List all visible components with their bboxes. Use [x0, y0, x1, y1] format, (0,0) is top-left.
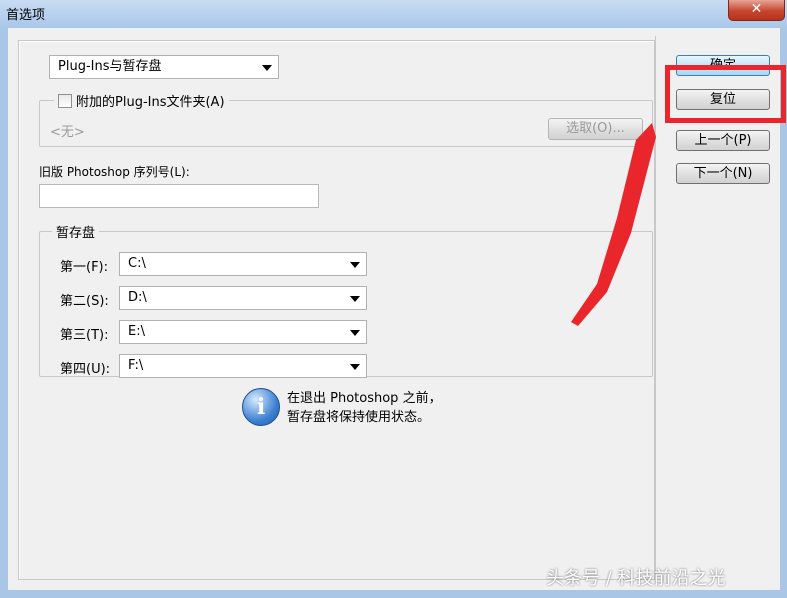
annotation-arrow-icon [571, 123, 656, 326]
watermark: 头条号 / 科技前沿之光 [546, 568, 726, 589]
